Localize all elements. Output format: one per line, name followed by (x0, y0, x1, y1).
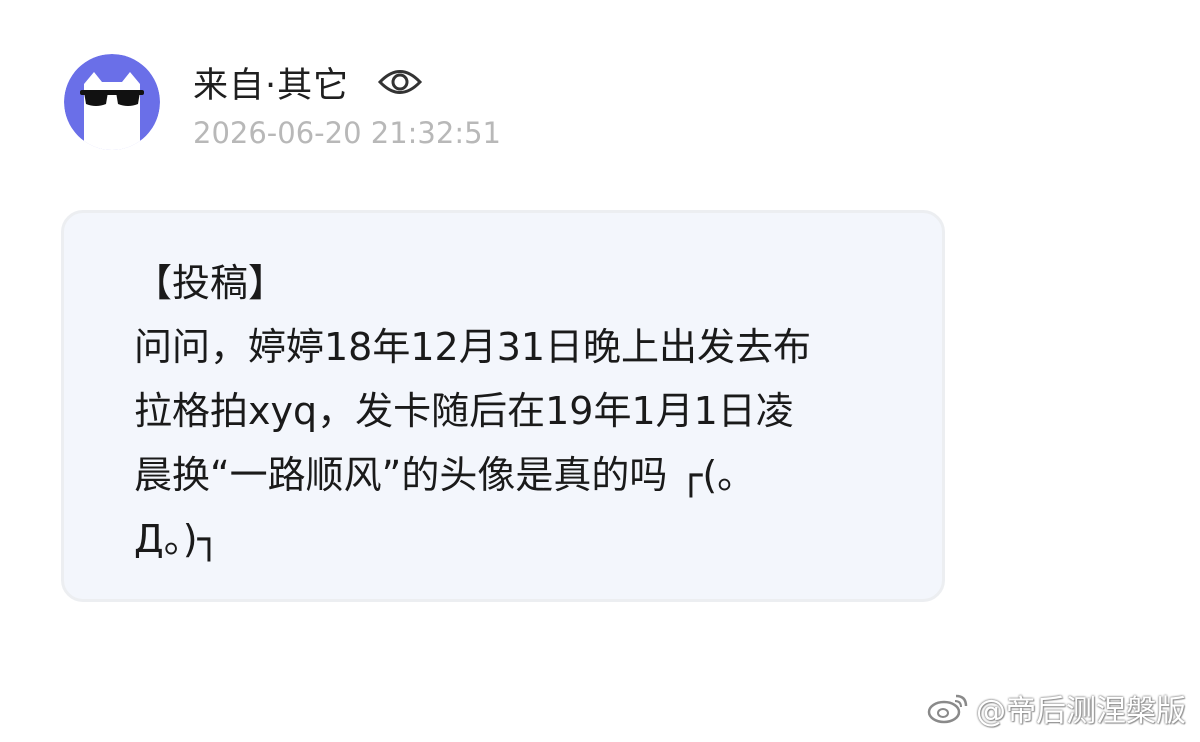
message-bubble: 【投稿】 问问，婷婷18年12月31日晚上出发去布 拉格拍xyq，发卡随后在19… (61, 210, 945, 602)
watermark: @帝后测涅槃版 (926, 686, 1186, 730)
message-line: 【投稿】 (134, 261, 287, 305)
sender-name: 来自·其它 (193, 65, 350, 106)
sender-row: 来自·其它 (193, 58, 423, 106)
message-card: 来自·其它 2026-06-20 21:32:51 【投稿】 问问，婷婷18年1… (0, 0, 1200, 742)
message-line: 问问，婷婷18年12月31日晚上出发去布 (134, 325, 812, 369)
avatar[interactable] (64, 54, 160, 150)
watermark-text: @帝后测涅槃版 (976, 694, 1186, 729)
message-line: Д。)┐ (134, 517, 221, 561)
cat-with-sunglasses-avatar (64, 54, 160, 150)
message-body: 【投稿】 问问，婷婷18年12月31日晚上出发去布 拉格拍xyq，发卡随后在19… (134, 251, 874, 571)
message-line: 拉格拍xyq，发卡随后在19年1月1日凌 (134, 389, 794, 433)
eye-icon[interactable] (377, 67, 423, 97)
weibo-icon (926, 690, 970, 726)
timestamp: 2026-06-20 21:32:51 (193, 116, 501, 150)
message-line: 晨换“一路顺风”的头像是真的吗 ┌(。 (134, 453, 756, 497)
